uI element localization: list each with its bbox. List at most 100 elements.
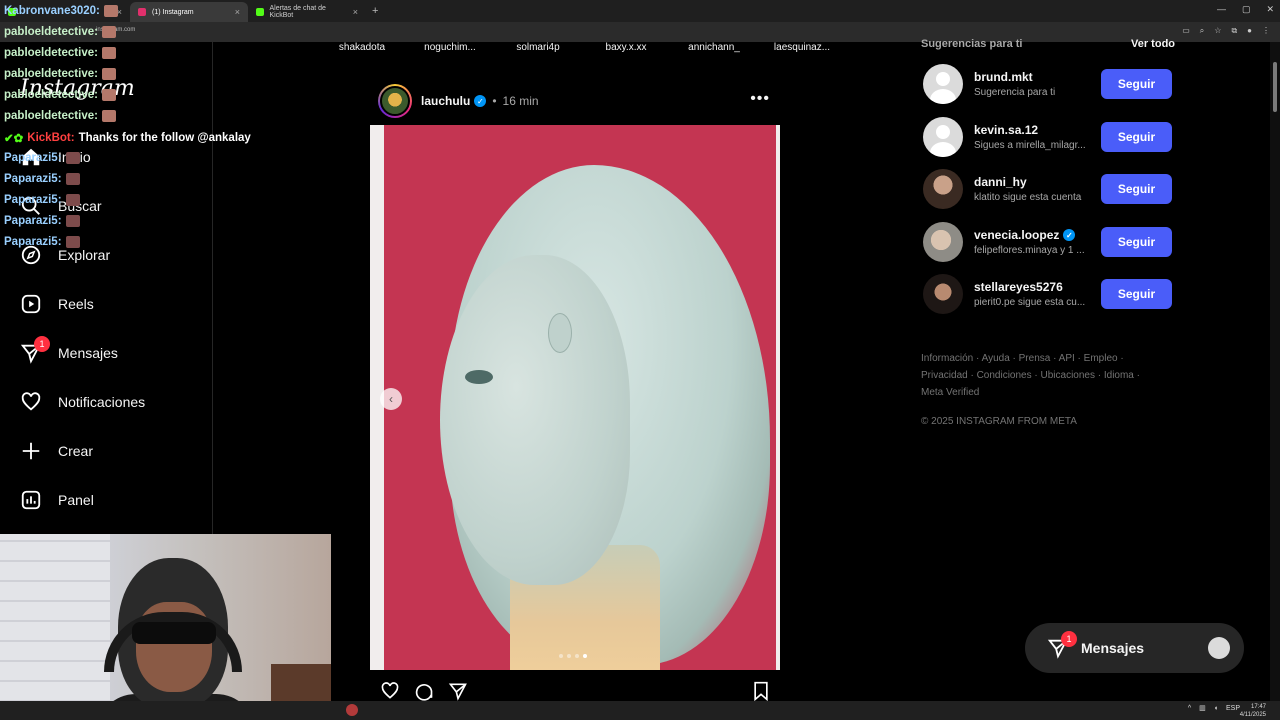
bot-badge-icon: ✔✿ — [4, 133, 24, 145]
story-item[interactable]: laesquinaz... — [758, 42, 846, 53]
streamer-webcam — [0, 534, 331, 720]
minimize-icon[interactable]: — — [1217, 4, 1226, 15]
suggestion-username[interactable]: brund.mkt — [974, 70, 1033, 84]
suggestion-username[interactable]: stellareyes5276 — [974, 280, 1063, 294]
sidebar-item-label: Crear — [58, 443, 94, 459]
messages-pill-button[interactable]: 1 Mensajes — [1025, 623, 1244, 673]
close-window-icon[interactable]: ✕ — [1266, 4, 1274, 15]
doll-eye — [465, 370, 493, 384]
tab-close-icon[interactable]: × — [353, 7, 358, 17]
bookmark-star-icon[interactable]: ☆ — [1214, 26, 1221, 36]
chat-line-kickbot: ✔✿ KickBot: Thanks for the follow @ankalay — [4, 131, 251, 145]
post-author-avatar[interactable] — [378, 84, 412, 118]
carousel-prev-button[interactable]: ‹ — [380, 388, 402, 410]
webcam-wall — [0, 534, 110, 720]
chat-line: pabloeldetective: — [4, 68, 116, 80]
more-options-icon[interactable]: ••• — [750, 90, 770, 108]
tab-kickbot-alerts[interactable]: Alertas de chat de KickBot × — [248, 2, 366, 22]
story-item[interactable]: baxy.x.xx — [582, 42, 670, 53]
story-item[interactable]: annichann_ — [670, 42, 758, 53]
footer-links[interactable]: Información · Ayuda · Prensa · API · Emp… — [921, 350, 1161, 401]
tab-instagram[interactable]: (1) Instagram × — [130, 2, 248, 22]
suggestion-item: kevin.sa.12 Sigues a mirella_milagr... S… — [923, 117, 1173, 157]
avatar[interactable] — [923, 274, 963, 314]
zoom-icon[interactable]: ⌕ — [1200, 26, 1204, 36]
suggestion-item: brund.mkt Sugerencia para ti Seguir — [923, 64, 1173, 104]
address-bar: instagram.com ▭ ⌕ ☆ ⧉ ● ⋮ — [0, 22, 1280, 42]
story-item[interactable]: solmari4p — [494, 42, 582, 53]
emote-icon — [65, 173, 80, 185]
browser-menu-icon[interactable]: ⋮ — [1262, 26, 1270, 36]
suggestion-username[interactable]: kevin.sa.12 — [974, 123, 1038, 137]
follow-button[interactable]: Seguir — [1101, 279, 1172, 309]
chat-line: Paparazi5: — [4, 173, 80, 185]
default-avatar-icon[interactable] — [923, 64, 963, 104]
follow-button[interactable]: Seguir — [1101, 69, 1172, 99]
default-avatar-icon[interactable] — [923, 117, 963, 157]
follow-button[interactable]: Seguir — [1101, 174, 1172, 204]
suggestions-title: Sugerencias para ti — [921, 38, 1023, 50]
follow-button[interactable]: Seguir — [1101, 122, 1172, 152]
avatar[interactable] — [923, 222, 963, 262]
new-tab-button[interactable]: + — [372, 5, 378, 17]
avatar[interactable] — [923, 169, 963, 209]
suggestion-item: stellareyes5276 pierit0.pe sigue esta cu… — [923, 274, 1173, 314]
sidebar-item-label: Mensajes — [58, 345, 118, 361]
emote-icon — [101, 47, 116, 59]
tab-kickbot-label: Alertas de chat de KickBot — [269, 5, 326, 19]
chart-icon — [20, 489, 42, 511]
maximize-icon[interactable]: ▢ — [1242, 4, 1251, 15]
window-controls: — ▢ ✕ — [1217, 4, 1274, 15]
suggestion-reason: Sigues a mirella_milagr... — [974, 140, 1086, 151]
emote-icon — [103, 5, 118, 17]
volume-icon[interactable]: ◖ — [1214, 705, 1218, 712]
taskbar-clock[interactable]: 17:47 4/11/2025 — [1240, 703, 1266, 719]
see-all-link[interactable]: Ver todo — [1131, 38, 1175, 50]
suggestion-username[interactable]: danni_hy — [974, 175, 1027, 189]
page-scrollbar[interactable] — [1270, 42, 1280, 702]
carousel-dot — [575, 654, 579, 658]
avatar — [1208, 637, 1230, 659]
chat-line: Kabronvane3020: — [4, 5, 118, 17]
suggestion-username-text: venecia.loopez — [974, 228, 1060, 242]
cast-icon[interactable]: ▭ — [1182, 26, 1190, 36]
story-item[interactable]: noguchim... — [406, 42, 494, 53]
carousel-dot — [567, 654, 571, 658]
chat-line: pabloeldetective: — [4, 47, 116, 59]
chat-username: pabloeldetective: — [4, 68, 98, 80]
sunglasses-icon — [132, 622, 216, 644]
scrollbar-thumb[interactable] — [1273, 62, 1277, 112]
sidebar-item-label: Explorar — [58, 247, 111, 263]
clock-time: 17:47 — [1250, 704, 1266, 710]
chevron-up-icon[interactable]: ^ — [1188, 705, 1191, 712]
network-icon[interactable]: ▥ — [1199, 704, 1206, 712]
plus-icon — [20, 440, 42, 462]
doll-face — [440, 255, 630, 585]
carousel-dot — [583, 654, 587, 658]
post-username[interactable]: lauchulu — [421, 94, 470, 108]
doll-ear — [548, 313, 572, 353]
chat-username: pabloeldetective: — [4, 47, 98, 59]
language-indicator[interactable]: ESP — [1226, 705, 1240, 712]
os-taskbar: ^ ▥ ◖ ESP 17:47 4/11/2025 — [0, 701, 1280, 720]
post-image[interactable] — [370, 125, 780, 670]
follow-button[interactable]: Seguir — [1101, 227, 1172, 257]
sidebar-item-reels[interactable]: Reels — [20, 292, 94, 316]
sidebar-item-crear[interactable]: Crear — [20, 439, 93, 463]
sidebar-item-panel[interactable]: Panel — [20, 488, 94, 512]
chat-username: KickBot: — [27, 132, 75, 144]
extensions-icon[interactable]: ⧉ — [1231, 26, 1237, 36]
profile-icon[interactable]: ● — [1247, 26, 1252, 36]
sidebar-item-mensajes[interactable]: 1 Mensajes — [20, 336, 118, 365]
app-icon[interactable] — [346, 704, 358, 716]
tab-close-icon[interactable]: × — [235, 7, 240, 17]
sidebar-item-notificaciones[interactable]: Notificaciones — [20, 390, 145, 414]
sidebar-item-label: Panel — [58, 492, 94, 508]
sidebar-item-label: Reels — [58, 296, 94, 312]
story-item[interactable]: shakadota — [318, 42, 406, 53]
emote-icon — [65, 215, 80, 227]
verified-badge-icon: ✓ — [1063, 229, 1076, 241]
suggestion-username[interactable]: venecia.loopez ✓ — [974, 228, 1076, 242]
chat-line: Paparazi5: — [4, 194, 80, 206]
suggestion-reason: felipeflores.minaya y 1 ... — [974, 245, 1085, 256]
